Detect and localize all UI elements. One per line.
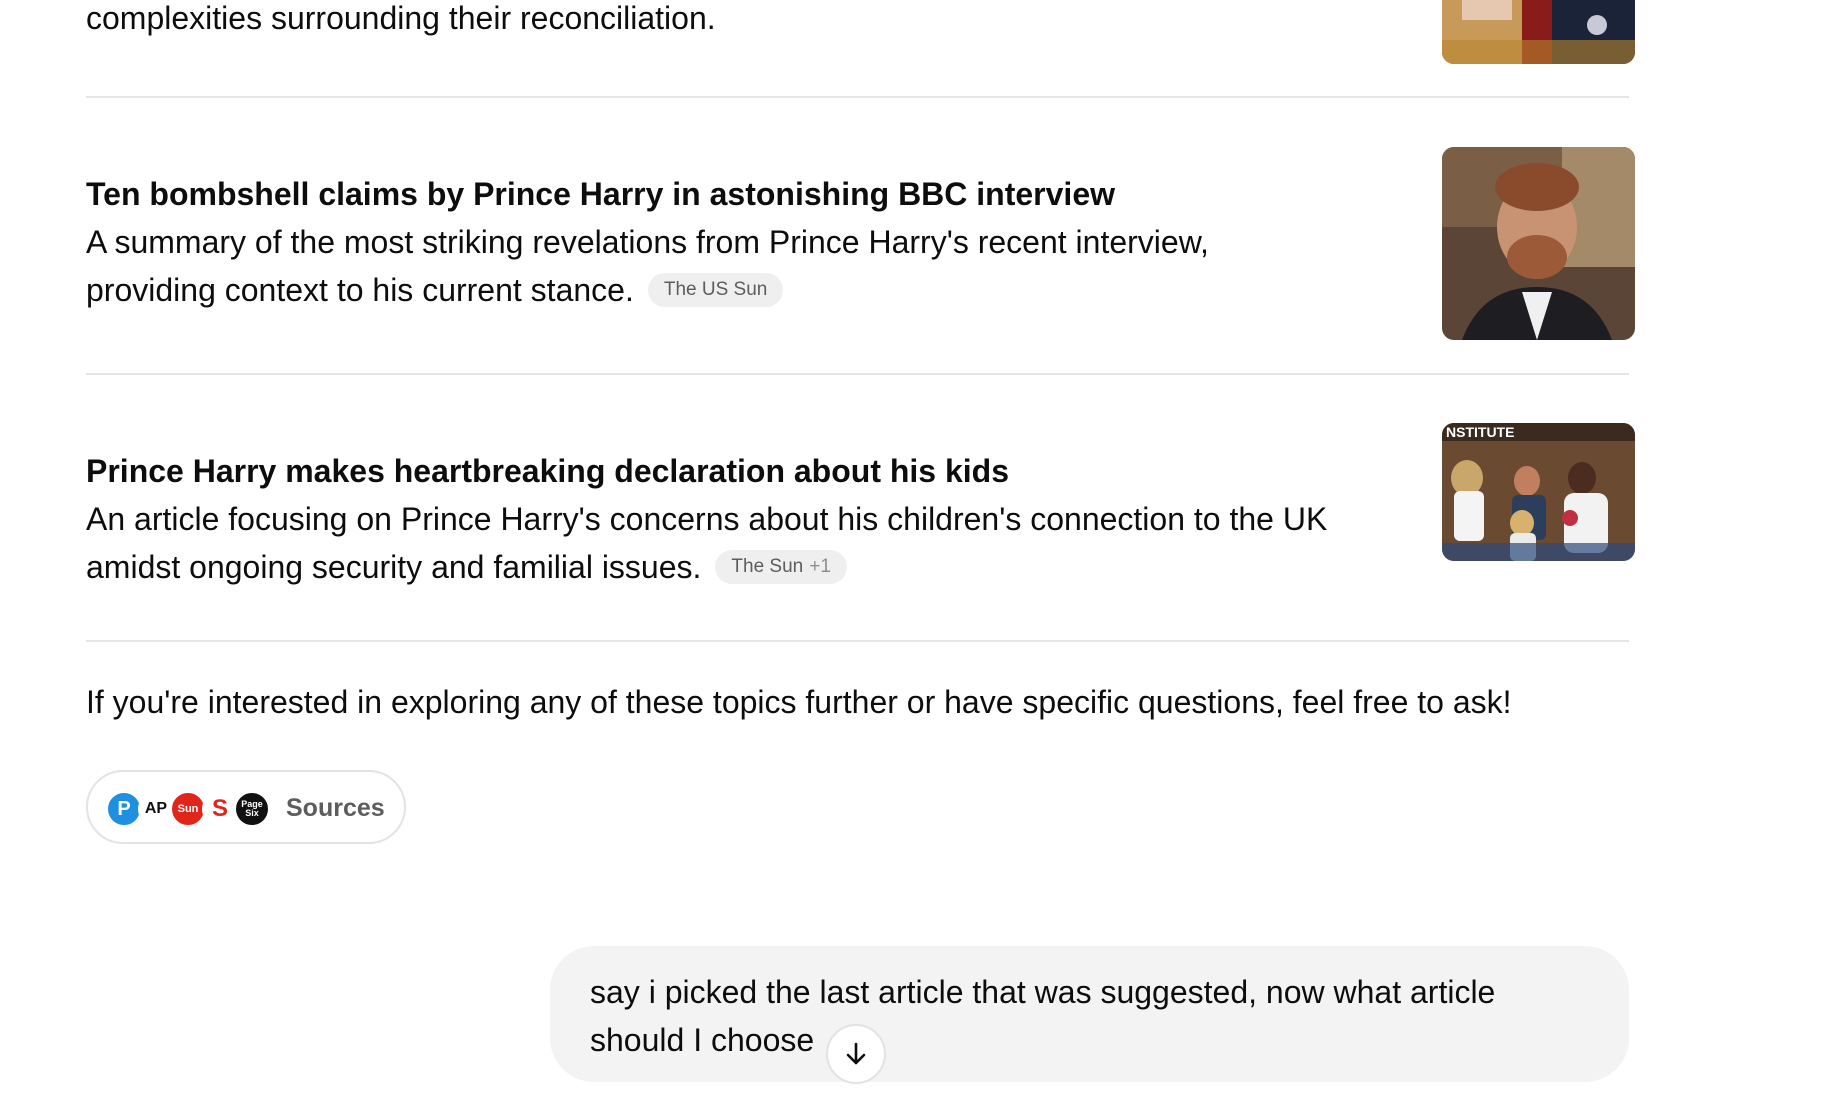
article-summary: A summary of the most striking revelatio… bbox=[86, 218, 1406, 314]
user-message-line: say i picked the last article that was s… bbox=[590, 974, 1496, 1010]
svg-text:NSTITUTE: NSTITUTE bbox=[1446, 424, 1514, 440]
article-thumbnail[interactable]: NSTITUTE bbox=[1442, 423, 1635, 561]
prince-harry-family-image: NSTITUTE bbox=[1442, 423, 1635, 561]
s-source-icon: S bbox=[202, 791, 238, 827]
article-thumbnail[interactable] bbox=[1442, 147, 1635, 340]
article-summary-text: providing context to his current stance. bbox=[86, 272, 634, 308]
user-message-text: say i picked the last article that was s… bbox=[590, 968, 1590, 1064]
article-item: Prince Harry makes heartbreaking declara… bbox=[86, 451, 1406, 591]
article-summary: An article focusing on Prince Harry's co… bbox=[86, 495, 1406, 591]
closing-message: If you're interested in exploring any of… bbox=[86, 684, 1512, 720]
arrow-down-icon bbox=[846, 1042, 866, 1065]
article-summary-line: amidst ongoing security and familial iss… bbox=[86, 543, 1406, 591]
source-badge-label: The US Sun bbox=[663, 278, 768, 300]
the-sun-source-icon: Sun bbox=[170, 791, 206, 827]
royal-uniform-image bbox=[1442, 0, 1635, 64]
article-divider bbox=[86, 96, 1629, 98]
sources-label: Sources bbox=[286, 794, 385, 822]
article-summary-text: amidst ongoing security and familial iss… bbox=[86, 549, 702, 585]
article-summary-line: providing context to his current stance.… bbox=[86, 266, 1406, 314]
source-badge-extra-count: +1 bbox=[809, 555, 831, 577]
user-message-bubble: say i picked the last article that was s… bbox=[550, 946, 1629, 1082]
p-source-icon: P bbox=[106, 791, 142, 827]
source-badge[interactable]: The Sun +1 bbox=[715, 549, 847, 584]
article-summary-line: A summary of the most striking revelatio… bbox=[86, 224, 1209, 260]
previous-summary-tail: complexities surrounding their reconcili… bbox=[86, 0, 716, 36]
article-item: Ten bombshell claims by Prince Harry in … bbox=[86, 174, 1406, 314]
page-six-source-icon: Page Six bbox=[234, 791, 270, 827]
ap-source-icon: AP bbox=[138, 791, 174, 827]
article-title[interactable]: Prince Harry makes heartbreaking declara… bbox=[86, 451, 1406, 491]
article-divider bbox=[86, 373, 1629, 375]
prince-harry-interview-image bbox=[1442, 147, 1635, 340]
article-summary-line: An article focusing on Prince Harry's co… bbox=[86, 501, 1328, 537]
article-title[interactable]: Ten bombshell claims by Prince Harry in … bbox=[86, 174, 1406, 214]
article-divider bbox=[86, 640, 1629, 642]
sources-button[interactable]: P AP Sun S Page Six Sources bbox=[86, 770, 406, 844]
source-badge-label: The Sun bbox=[731, 555, 804, 577]
previous-article-thumbnail[interactable] bbox=[1442, 0, 1635, 64]
scroll-to-bottom-button[interactable] bbox=[826, 1024, 886, 1084]
user-message-line: should I choose bbox=[590, 1022, 815, 1058]
source-badge[interactable]: The US Sun bbox=[647, 272, 784, 307]
